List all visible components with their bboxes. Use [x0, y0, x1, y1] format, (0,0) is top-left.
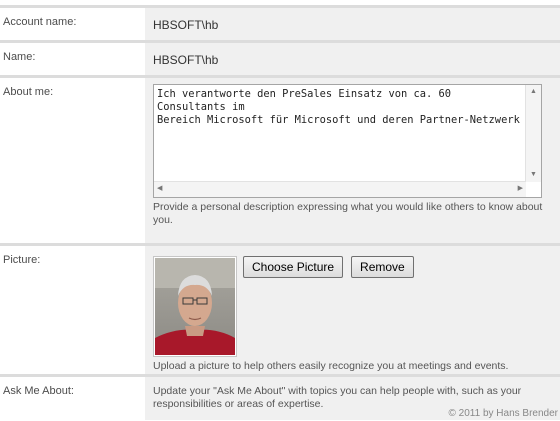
choose-picture-button[interactable]: Choose Picture [243, 256, 344, 278]
picture-label: Picture: [3, 254, 41, 266]
name-field: HBSOFT\hb [142, 43, 560, 75]
name-row: Name: HBSOFT\hb [0, 40, 560, 75]
scroll-right-arrow-icon[interactable]: ▶ [518, 185, 523, 193]
about-me-textarea[interactable]: Ich verantworte den PreSales Einsatz von… [153, 84, 542, 198]
account-name-value: HBSOFT\hb [153, 18, 219, 32]
about-me-field: Ich verantworte den PreSales Einsatz von… [142, 78, 560, 243]
scroll-left-arrow-icon[interactable]: ◀ [157, 185, 162, 193]
picture-help-text: Upload a picture to help others easily r… [153, 360, 509, 372]
horizontal-scrollbar[interactable]: ◀ ▶ [154, 181, 526, 197]
vertical-scrollbar[interactable]: ▲ ▼ [525, 85, 541, 182]
account-name-label: Account name: [3, 16, 77, 28]
about-me-help-text: Provide a personal description expressin… [153, 201, 543, 226]
user-profile-form: Account name: HBSOFT\hb Name: HBSOFT\hb … [0, 5, 560, 420]
account-name-row: Account name: HBSOFT\hb [0, 5, 560, 40]
ask-me-about-label: Ask Me About: [3, 385, 74, 397]
picture-field: Choose Picture Remove Upload a picture t… [142, 246, 560, 374]
name-value: HBSOFT\hb [153, 53, 219, 67]
name-label: Name: [3, 51, 36, 63]
profile-photo [153, 256, 237, 357]
picture-area: Choose Picture Remove [153, 256, 560, 357]
profile-photo-portrait [155, 258, 235, 355]
about-me-text[interactable]: Ich verantworte den PreSales Einsatz von… [157, 88, 523, 127]
about-me-row: About me: Ich verantworte den PreSales E… [0, 75, 560, 243]
scroll-up-arrow-icon[interactable]: ▲ [530, 88, 537, 96]
copyright-footer: © 2011 by Hans Brender [448, 408, 558, 419]
picture-row: Picture: Choose Picture Remove Upload a … [0, 243, 560, 374]
scroll-down-arrow-icon[interactable]: ▼ [530, 171, 537, 179]
remove-picture-button[interactable]: Remove [351, 256, 414, 278]
about-me-label: About me: [3, 86, 54, 98]
account-name-field: HBSOFT\hb [142, 8, 560, 40]
